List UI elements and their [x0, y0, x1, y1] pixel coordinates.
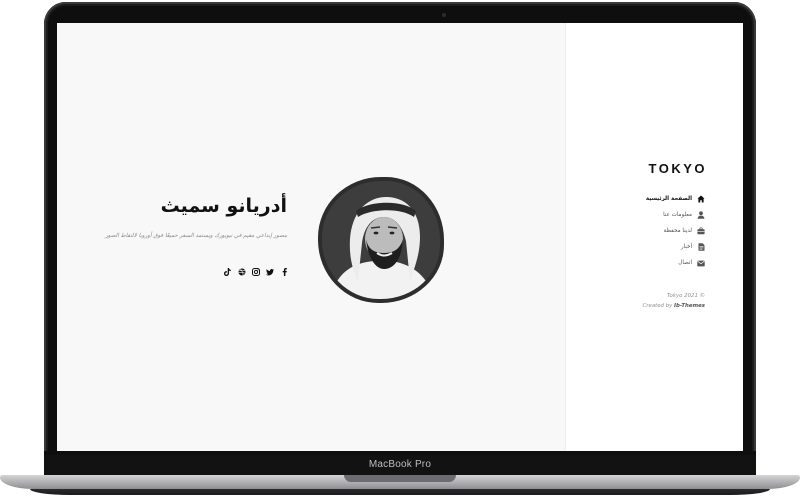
twitter-icon[interactable] — [266, 268, 275, 277]
briefcase-icon — [697, 227, 705, 235]
dribbble-icon[interactable] — [237, 268, 246, 277]
avatar-portrait — [322, 181, 440, 299]
created-by-link[interactable]: Ib-Themes — [674, 303, 705, 309]
created-by-prefix: Created by — [642, 303, 673, 309]
camera-dot — [442, 13, 446, 17]
hero-section: أدريانو سميث مصور إبداعي مقيم في نيويورك… — [57, 23, 565, 451]
avatar — [318, 177, 444, 303]
site-logo[interactable]: TOKYO — [647, 161, 707, 176]
website-screen: أدريانو سميث مصور إبداعي مقيم في نيويورك… — [57, 23, 743, 451]
user-icon — [697, 211, 705, 219]
device-label: MacBook Pro — [368, 459, 432, 470]
sidebar-item-label: أخبار — [680, 244, 692, 250]
copyright-line: Tokyo 2021 © — [666, 293, 705, 299]
sidebar-item-about[interactable]: معلومات عنا — [617, 207, 705, 223]
home-icon — [697, 195, 705, 203]
copyright: Tokyo 2021 © Created by Ib-Themes — [617, 291, 705, 311]
sidebar-item-label: لدينا محفظة — [663, 228, 692, 234]
mail-icon — [697, 259, 705, 267]
facebook-icon[interactable] — [281, 268, 289, 277]
sidebar-item-portfolio[interactable]: لدينا محفظة — [617, 223, 705, 239]
tiktok-icon[interactable] — [223, 268, 231, 277]
laptop-foot — [30, 489, 770, 495]
sidebar-item-label: اتصال — [678, 260, 692, 266]
sidebar-item-contact[interactable]: اتصال — [617, 255, 705, 271]
instagram-icon[interactable] — [251, 268, 260, 277]
document-icon — [697, 243, 705, 251]
social-links — [223, 266, 289, 278]
sidebar-item-news[interactable]: أخبار — [617, 239, 705, 255]
sidebar-menu: الصفحة الرئيسية معلومات عنا لدينا محفظة … — [617, 191, 705, 271]
hero-name: أدريانو سميث — [160, 195, 287, 217]
created-by-line: Created by Ib-Themes — [617, 301, 705, 311]
laptop-notch — [344, 475, 456, 482]
sidebar-item-label: معلومات عنا — [663, 212, 692, 218]
hero-bio: مصور إبداعي مقيم في نيويورك ويستمد السفر… — [105, 233, 287, 239]
sidebar-item-home[interactable]: الصفحة الرئيسية — [617, 191, 705, 207]
sidebar-item-label: الصفحة الرئيسية — [645, 196, 692, 202]
